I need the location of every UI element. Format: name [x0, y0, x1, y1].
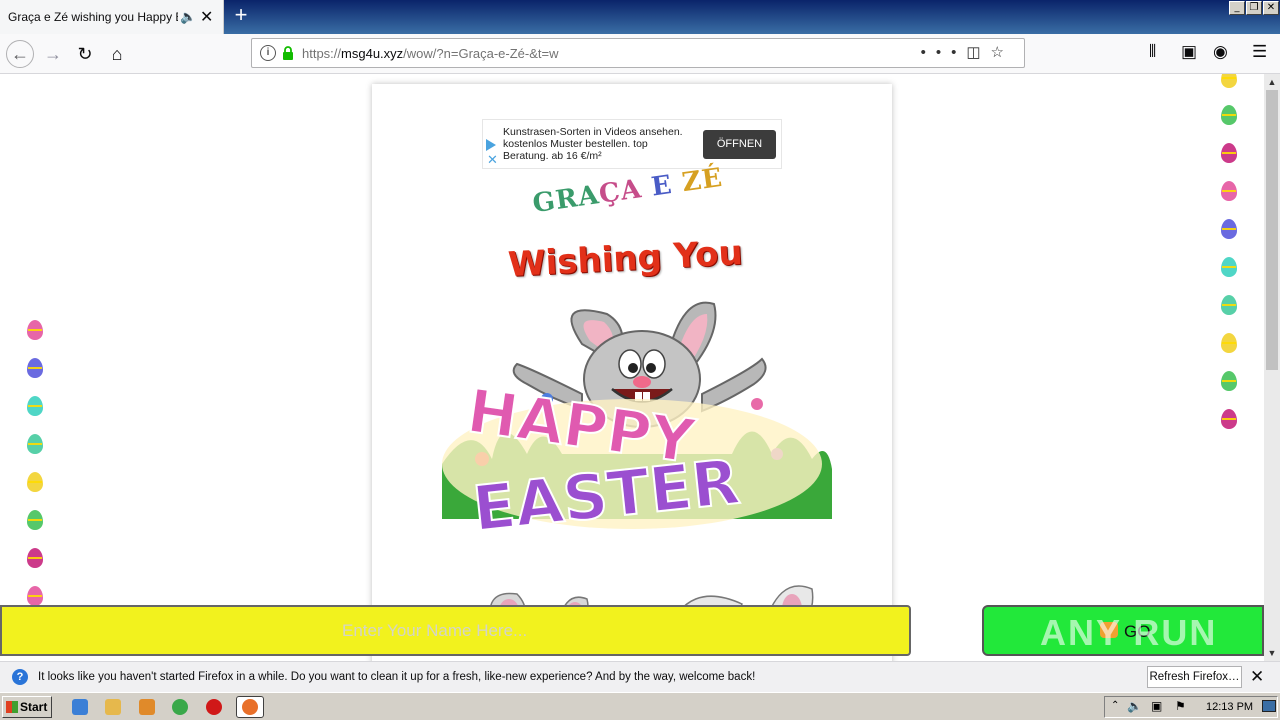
ad-open-button[interactable]: ÖFFNEN: [703, 130, 776, 159]
notification-bar: ? It looks like you haven't started Fire…: [0, 661, 1280, 692]
advertisement[interactable]: ✕ Kunstrasen-Sorten in Videos ansehen. k…: [482, 119, 782, 169]
names-part: ÇA: [597, 172, 654, 210]
folder-icon[interactable]: [105, 699, 121, 715]
url-bar[interactable]: i https://msg4u.xyz/wow/?n=Graça-e-Zé-&t…: [251, 38, 1025, 68]
anyrun-watermark: ANY RUN: [1040, 612, 1218, 653]
easter-egg-icon: [27, 548, 43, 568]
greeting-card: ✕ Kunstrasen-Sorten in Videos ansehen. k…: [372, 84, 892, 661]
show-desktop-icon[interactable]: [1262, 700, 1276, 712]
easter-egg-icon: [1221, 257, 1237, 277]
easter-egg-icon: [1221, 333, 1237, 353]
start-label: Start: [20, 700, 48, 714]
easter-egg-icon: [1221, 371, 1237, 391]
easter-egg-icon: [27, 586, 43, 606]
web-page: ✕ Kunstrasen-Sorten in Videos ansehen. k…: [0, 74, 1264, 661]
menu-icon[interactable]: ☰: [1252, 42, 1267, 62]
page-actions-icon[interactable]: •••: [921, 44, 967, 61]
navigation-toolbar: ← → ↻ ⌂ i https://msg4u.xyz/wow/?n=Graça…: [0, 34, 1280, 74]
new-tab-button[interactable]: +: [230, 4, 252, 28]
home-button[interactable]: ⌂: [103, 40, 131, 68]
name-entry-bar: [0, 605, 911, 656]
opera-icon[interactable]: [206, 699, 222, 715]
scroll-up-icon[interactable]: ▲: [1264, 74, 1280, 90]
sidebar-icon[interactable]: ▣: [1181, 42, 1197, 62]
lock-icon: [283, 46, 293, 60]
url-path: /wow/?n=Graça-e-Zé-&t=w: [403, 46, 559, 61]
wishing-you-heading: Wishing You: [507, 232, 744, 286]
notification-close-icon[interactable]: ✕: [1250, 667, 1264, 687]
easter-egg-icon: [1221, 143, 1237, 163]
scroll-down-icon[interactable]: ▼: [1264, 645, 1280, 661]
easter-egg-icon: [27, 510, 43, 530]
easter-egg-icon: [27, 396, 43, 416]
bookmark-star-icon[interactable]: ☆: [991, 44, 1014, 61]
easter-egg-icon: [1221, 74, 1237, 88]
notification-text: It looks like you haven't started Firefo…: [38, 671, 756, 683]
volume-icon[interactable]: 🔈: [1127, 699, 1142, 713]
easter-egg-icon: [1221, 219, 1237, 239]
minimize-button[interactable]: _: [1229, 1, 1245, 15]
question-icon: ?: [12, 669, 28, 685]
tab-active[interactable]: Graça e Zé wishing you Happy Easter 🔈 ✕: [0, 0, 224, 34]
easter-egg-icon: [27, 320, 43, 340]
name-input[interactable]: [342, 621, 842, 641]
tab-title: Graça e Zé wishing you Happy Easter: [8, 10, 178, 24]
window-close-button[interactable]: ✕: [1263, 1, 1279, 15]
names-part: ZÉ: [680, 162, 725, 199]
easter-egg-icon: [27, 358, 43, 378]
firefox-icon: [242, 699, 258, 715]
restore-button[interactable]: ❐: [1246, 1, 1262, 15]
ad-play-icon[interactable]: [486, 139, 496, 151]
speaker-icon[interactable]: 🔈: [180, 9, 196, 25]
forward-button[interactable]: →: [39, 40, 67, 68]
names-part: E: [649, 168, 685, 203]
easter-egg-icon: [1221, 105, 1237, 125]
info-icon[interactable]: i: [260, 45, 276, 61]
start-button[interactable]: Start: [2, 696, 52, 718]
tab-close-icon[interactable]: ✕: [200, 7, 213, 27]
url-scheme: https://: [302, 46, 342, 61]
ad-close-icon[interactable]: ✕: [487, 153, 498, 166]
tray-expand-icon[interactable]: ⌃: [1111, 700, 1119, 711]
easter-egg-icon: [1221, 181, 1237, 201]
media-player-icon[interactable]: [139, 699, 155, 715]
clock: 12:13 PM: [1206, 701, 1254, 713]
easter-egg-icon: [1221, 295, 1237, 315]
account-icon[interactable]: ◉: [1213, 42, 1228, 62]
refresh-firefox-button[interactable]: Refresh Firefox…: [1147, 666, 1242, 688]
tab-strip: Graça e Zé wishing you Happy Easter 🔈 ✕ …: [0, 0, 1280, 34]
chrome-icon[interactable]: [172, 699, 188, 715]
firefox-taskbar-button[interactable]: [236, 696, 264, 718]
taskbar: Start ⌃ 🔈 ▣ ⚑ 12:13 PM: [0, 692, 1280, 720]
pocket-icon[interactable]: ◫: [966, 44, 990, 61]
sender-names: GRAÇA E ZÉ: [531, 163, 725, 219]
ie-icon[interactable]: [72, 699, 88, 715]
screen: { "browser": { "tab_title": "Graça e Zé …: [0, 0, 1280, 720]
url-actions: •••◫☆: [921, 43, 1014, 61]
scroll-thumb[interactable]: [1266, 90, 1278, 370]
easter-egg-icon: [1221, 409, 1237, 429]
back-button[interactable]: ←: [6, 40, 34, 68]
ad-text[interactable]: Kunstrasen-Sorten in Videos ansehen. kos…: [503, 126, 693, 162]
vertical-scrollbar[interactable]: ▲ ▼: [1264, 74, 1280, 661]
flag-icon[interactable]: ⚑: [1175, 699, 1186, 713]
windows-logo-icon: [6, 701, 18, 713]
url-text[interactable]: https://msg4u.xyz/wow/?n=Graça-e-Zé-&t=w: [302, 46, 559, 61]
reload-button[interactable]: ↻: [71, 40, 99, 68]
url-host: msg4u.xyz: [341, 46, 404, 61]
names-part: GRA: [530, 180, 602, 220]
easter-egg-icon: [27, 434, 43, 454]
network-icon[interactable]: ▣: [1151, 699, 1162, 713]
easter-egg-icon: [27, 472, 43, 492]
library-icon[interactable]: ⫴: [1149, 42, 1156, 62]
